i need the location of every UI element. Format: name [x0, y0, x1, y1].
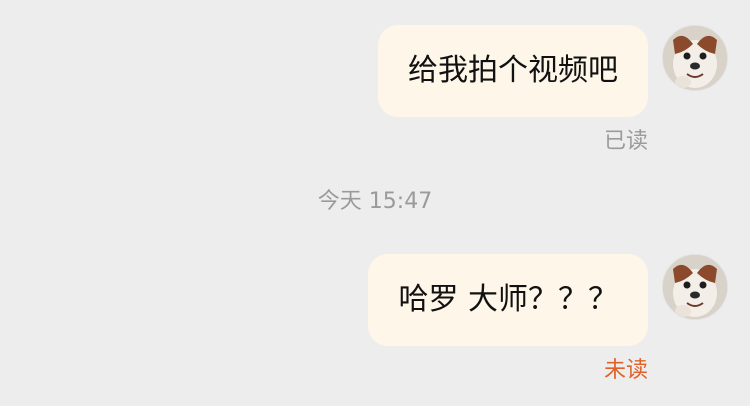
- message-row: 给我拍个视频吧 已读: [0, 25, 750, 153]
- dog-avatar-icon[interactable]: [662, 254, 728, 320]
- message-text: 哈罗 大师？？？: [398, 282, 618, 317]
- message-bubble[interactable]: 哈罗 大师？？？: [368, 254, 648, 346]
- message-text: 给我拍个视频吧: [408, 53, 618, 88]
- timestamp: 今天 15:47: [317, 189, 433, 214]
- chat-area: 给我拍个视频吧 已读 今天 15:47 哈罗 大师？？？ 未读: [0, 0, 750, 406]
- dog-avatar-icon[interactable]: [662, 25, 728, 91]
- unread-status: 未读: [603, 358, 648, 383]
- message-row: 哈罗 大师？？？ 未读: [0, 254, 750, 382]
- message-bubble[interactable]: 给我拍个视频吧: [378, 25, 648, 117]
- read-status: 已读: [603, 129, 648, 154]
